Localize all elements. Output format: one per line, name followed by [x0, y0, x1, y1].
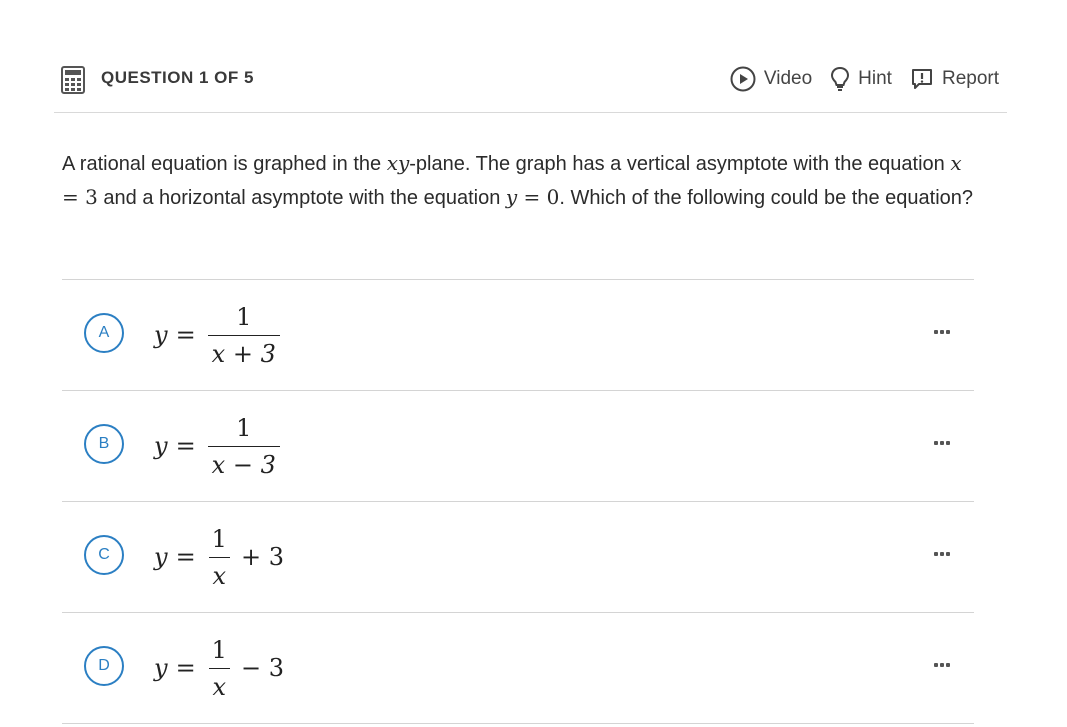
more-options-icon[interactable]: [934, 441, 952, 449]
question-stem: A rational equation is graphed in the xy…: [62, 151, 974, 209]
report-button[interactable]: Report: [910, 66, 999, 92]
question-header: QUESTION 1 OF 5 Video Hint Report: [54, 58, 1007, 113]
answer-choice-c[interactable]: C y = 1 x + 3: [62, 501, 974, 612]
answer-choice-a[interactable]: A y = 1 x + 3: [62, 279, 974, 390]
video-button[interactable]: Video: [730, 66, 812, 92]
answer-choice-d[interactable]: D y = 1 x − 3: [62, 612, 974, 724]
choice-equation-c: y = 1 x + 3: [154, 524, 284, 590]
video-label: Video: [763, 68, 813, 89]
more-options-icon[interactable]: [934, 330, 952, 338]
choice-letter-a[interactable]: A: [84, 313, 124, 353]
fraction: 1 x − 3: [207, 414, 280, 479]
choice-letter-d[interactable]: D: [84, 646, 124, 686]
more-options-icon[interactable]: [934, 663, 952, 671]
report-label: Report: [941, 68, 999, 89]
hint-button[interactable]: Hint: [830, 66, 892, 92]
question-counter: QUESTION 1 OF 5: [101, 68, 254, 87]
choice-equation-a: y = 1 x + 3: [154, 280, 290, 390]
fraction: 1 x + 3: [207, 303, 280, 368]
choice-equation-d: y = 1 x − 3: [154, 635, 284, 701]
choice-letter-b[interactable]: B: [84, 424, 124, 464]
answer-choices: A y = 1 x + 3 B y = 1 x − 3 C y = 1 x + …: [62, 279, 974, 724]
lightbulb-icon: [830, 66, 850, 92]
fraction: 1 x: [208, 525, 231, 590]
hint-label: Hint: [858, 68, 892, 89]
more-options-icon[interactable]: [934, 552, 952, 560]
question-actions: Video Hint Report: [730, 66, 999, 92]
alert-bubble-icon: [910, 67, 934, 91]
calculator-icon[interactable]: [61, 66, 85, 94]
choice-letter-c[interactable]: C: [84, 535, 124, 575]
choice-equation-b: y = 1 x − 3: [154, 391, 290, 501]
answer-choice-b[interactable]: B y = 1 x − 3: [62, 390, 974, 501]
fraction: 1 x: [208, 636, 231, 701]
play-circle-icon: [730, 66, 756, 92]
